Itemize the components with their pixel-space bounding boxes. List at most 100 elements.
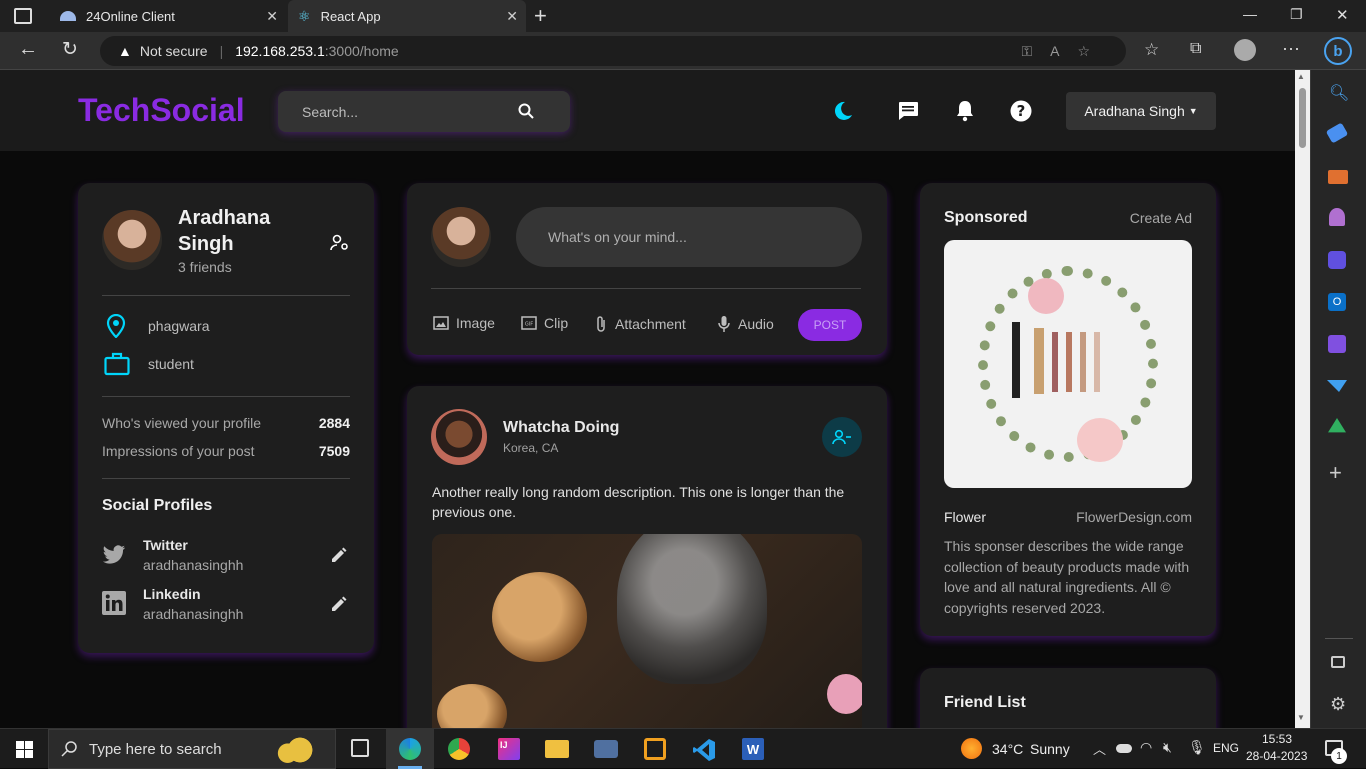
weather-sun-icon[interactable]	[961, 738, 982, 759]
attachment-action[interactable]: Attachment	[595, 315, 686, 333]
favorites-icon[interactable]: ☆	[1144, 40, 1159, 60]
create-ad-link[interactable]: Create Ad	[1130, 210, 1192, 226]
microsoft-365-icon[interactable]	[1328, 251, 1346, 269]
weather-temp[interactable]: 34°C	[992, 741, 1023, 757]
intellij-icon[interactable]: IJ	[498, 738, 520, 760]
profile-name-line1[interactable]: Aradhana	[178, 207, 270, 230]
close-tab-icon[interactable]: ✕	[506, 8, 518, 25]
post-author-name[interactable]: Whatcha Doing	[503, 419, 619, 437]
ad-name: Flower	[944, 509, 987, 525]
post-description: Another really long random description. …	[432, 484, 845, 520]
post-input-placeholder: What's on your mind...	[548, 229, 687, 245]
help-icon[interactable]: ?	[1010, 100, 1032, 122]
taskbar-edge-app[interactable]	[386, 729, 434, 769]
collections-icon[interactable]: ⧉	[1190, 40, 1201, 58]
shopping-tag-icon[interactable]	[1325, 122, 1349, 144]
dark-mode-icon[interactable]	[832, 100, 854, 122]
security-label[interactable]: Not secure	[140, 43, 208, 59]
settings-icon[interactable]: ⚙	[1330, 694, 1346, 715]
wifi-icon[interactable]: ◠	[1140, 739, 1152, 756]
file-explorer-icon[interactable]	[545, 740, 569, 758]
chrome-icon[interactable]	[448, 738, 470, 760]
close-window-button[interactable]: ✕	[1336, 6, 1349, 24]
send-icon[interactable]	[1327, 380, 1347, 392]
scrollbar-thumb[interactable]	[1299, 88, 1306, 148]
tools-icon[interactable]	[1328, 170, 1348, 184]
page-scrollbar[interactable]: ▲ ▼	[1295, 70, 1310, 728]
task-view-icon[interactable]	[351, 739, 369, 757]
url-path: :3000/home	[324, 43, 399, 59]
user-select-value: Aradhana Singh	[1084, 103, 1185, 119]
lipstick-shape	[1012, 322, 1020, 398]
bing-icon[interactable]: b	[1324, 37, 1352, 65]
post-button[interactable]: POST	[798, 309, 862, 341]
games-icon[interactable]	[1329, 208, 1345, 226]
taskbar-search-box[interactable]: Type here to search	[48, 729, 336, 769]
app-icon[interactable]	[644, 738, 666, 760]
restore-button[interactable]: ❐	[1290, 6, 1303, 23]
post-author-avatar[interactable]	[431, 409, 487, 465]
refresh-icon[interactable]: ↻	[62, 38, 78, 61]
avatar[interactable]	[102, 210, 162, 270]
work-icon	[104, 352, 130, 376]
stat-label: Impressions of your post	[102, 443, 255, 459]
minimize-button[interactable]: —	[1243, 6, 1257, 22]
location-icon	[106, 314, 126, 338]
back-icon[interactable]: ←	[18, 38, 38, 61]
ad-image[interactable]	[944, 240, 1192, 488]
add-sidebar-icon[interactable]: +	[1329, 460, 1342, 486]
audio-action[interactable]: Audio	[718, 315, 774, 333]
clip-action[interactable]: GIF Clip	[521, 315, 568, 331]
vscode-icon[interactable]	[692, 738, 716, 762]
lipstick-shape	[1080, 332, 1086, 392]
flower-shape	[1028, 278, 1064, 314]
mic-icon[interactable]: 🎙︎	[1188, 739, 1206, 756]
show-hidden-icons[interactable]: ︿	[1093, 739, 1106, 758]
designer-icon[interactable]	[1328, 335, 1346, 353]
cloud-icon[interactable]	[1116, 744, 1132, 753]
search-sidebar-icon[interactable]: 🔍︎	[1329, 83, 1349, 103]
address-bar-action-icons[interactable]: ⚿A☆	[1021, 43, 1108, 60]
camera-icon[interactable]	[594, 740, 618, 758]
image-action[interactable]: Image	[433, 315, 495, 331]
user-select[interactable]: Aradhana Singh ▼	[1066, 92, 1216, 130]
svg-text:?: ?	[1017, 102, 1026, 120]
post-input[interactable]: What's on your mind...	[516, 207, 862, 267]
outlook-icon[interactable]: O	[1328, 293, 1346, 311]
scroll-up-icon[interactable]: ▲	[1297, 72, 1305, 81]
clock-date[interactable]: 28-04-2023	[1246, 749, 1307, 763]
close-tab-icon[interactable]: ✕	[266, 8, 278, 25]
tree-icon[interactable]	[1328, 418, 1346, 433]
url-field[interactable]: ▲ Not secure | 192.168.253.1 :3000/home …	[100, 36, 1126, 66]
windows-start-icon[interactable]	[16, 741, 33, 758]
volume-muted-icon[interactable]: 🔇︎	[1163, 739, 1172, 756]
attachment-label: Attachment	[615, 316, 686, 332]
more-menu-icon[interactable]: ···	[1282, 38, 1300, 59]
remove-friend-button[interactable]	[822, 417, 862, 457]
lipstick-shape	[1094, 332, 1100, 392]
ad-site[interactable]: FlowerDesign.com	[1076, 509, 1192, 525]
manage-account-icon[interactable]	[330, 234, 350, 252]
language-indicator[interactable]: ENG	[1213, 741, 1239, 755]
search-icon[interactable]	[518, 103, 534, 119]
weather-text[interactable]: Sunny	[1030, 741, 1070, 757]
avatar[interactable]	[431, 207, 491, 267]
notifications-icon[interactable]	[955, 100, 975, 122]
edit-icon[interactable]	[330, 595, 348, 613]
sidebar-toggle-icon[interactable]	[1331, 656, 1345, 668]
new-tab-button[interactable]: +	[534, 3, 547, 29]
microphone-icon	[718, 316, 730, 332]
search-input[interactable]: Search...	[278, 91, 570, 132]
word-icon[interactable]: W	[742, 738, 764, 760]
scroll-down-icon[interactable]: ▼	[1297, 713, 1305, 722]
logo[interactable]: TechSocial	[78, 92, 245, 129]
clock-time[interactable]: 15:53	[1262, 732, 1292, 746]
profile-name-line2[interactable]: Singh	[178, 233, 234, 256]
tab-react-app[interactable]: ⚛ React App ✕	[288, 0, 526, 32]
edit-icon[interactable]	[330, 546, 348, 564]
post-image[interactable]	[432, 534, 862, 728]
tab-24online[interactable]: 24Online Client ✕	[48, 0, 286, 32]
profile-avatar-icon[interactable]	[1234, 39, 1256, 61]
message-icon[interactable]	[897, 101, 919, 121]
tab-actions-icon[interactable]	[14, 8, 32, 24]
